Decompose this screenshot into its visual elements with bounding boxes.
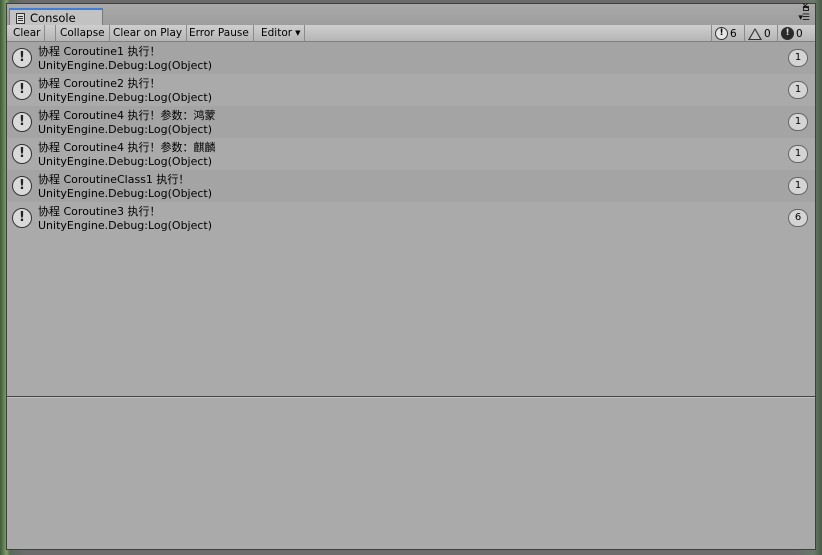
log-message: 协程 Coroutine3 执行！ [38,205,161,218]
info-exclamation-icon: ! [12,80,32,100]
info-count: 6 [730,27,737,40]
log-entry[interactable]: ! 协程 Coroutine2 执行！ UnityEngine.Debug:Lo… [7,74,815,106]
log-entry-text: 协程 Coroutine4 执行！参数：麒麟 UnityEngine.Debug… [38,141,216,168]
log-stack: UnityEngine.Debug:Log(Object) [38,122,213,136]
info-counter-toggle[interactable]: ! 6 [711,25,743,42]
menu-icon[interactable]: ▾☰ [798,14,810,23]
clear-button[interactable]: Clear [9,25,46,42]
chevron-down-icon: ▼ [295,29,301,37]
log-count-badge: 6 [788,209,808,227]
log-stack: UnityEngine.Debug:Log(Object) [38,58,213,72]
error-circle-icon: ! [781,27,794,40]
error-count: 0 [796,27,803,40]
log-stack: UnityEngine.Debug:Log(Object) [38,218,213,232]
log-list[interactable]: ! 协程 Coroutine1 执行！ UnityEngine.Debug:Lo… [7,42,815,397]
log-entry[interactable]: ! 协程 Coroutine4 执行！参数：鸿蒙 UnityEngine.Deb… [7,106,815,138]
log-message: 协程 Coroutine1 执行！ [38,45,161,58]
console-window: Console ✕ ▾☰ Clear Collapse Clear on Pla… [6,3,816,550]
log-entry-text: 协程 CoroutineClass1 执行！ UnityEngine.Debug… [38,173,212,200]
collapse-button[interactable]: Collapse [55,25,110,42]
info-exclamation-icon: ! [715,27,728,40]
log-count-badge: 1 [788,177,808,195]
console-toolbar: Clear Collapse Clear on Play Error Pause… [7,25,815,42]
log-entry[interactable]: ! 协程 CoroutineClass1 执行！ UnityEngine.Deb… [7,170,815,202]
editor-dropdown-label: Editor [261,27,293,39]
log-count-badge: 1 [788,145,808,163]
log-entry[interactable]: ! 协程 Coroutine4 执行！参数：麒麟 UnityEngine.Deb… [7,138,815,170]
log-entry-text: 协程 Coroutine3 执行！ UnityEngine.Debug:Log(… [38,205,212,232]
info-exclamation-icon: ! [12,176,32,196]
log-count-badge: 1 [788,113,808,131]
info-exclamation-icon: ! [12,112,32,132]
close-icon[interactable]: ✕ [801,3,809,12]
log-message: 协程 CoroutineClass1 执行！ [38,173,190,186]
title-bar: Console ✕ ▾☰ [7,3,815,26]
log-entry-text: 协程 Coroutine2 执行！ UnityEngine.Debug:Log(… [38,77,212,104]
log-entry-text: 协程 Coroutine4 执行！参数：鸿蒙 UnityEngine.Debug… [38,109,216,136]
log-stack: UnityEngine.Debug:Log(Object) [38,90,213,104]
warning-triangle-icon [748,27,762,40]
window-controls: ✕ ▾☰ [793,3,810,24]
info-exclamation-icon: ! [12,48,32,68]
error-counter-toggle[interactable]: ! 0 [777,25,811,42]
log-stack: UnityEngine.Debug:Log(Object) [38,186,213,200]
warning-counter-toggle[interactable]: 0 [744,25,776,42]
info-exclamation-icon: ! [12,144,32,164]
error-pause-button[interactable]: Error Pause [185,25,254,42]
log-message: 协程 Coroutine2 执行！ [38,77,161,90]
tab-console[interactable]: Console [9,8,103,26]
warning-count: 0 [764,27,771,40]
log-message: 协程 Coroutine4 执行！参数：麒麟 [38,141,216,154]
log-count-badge: 1 [788,81,808,99]
log-count-badge: 1 [788,49,808,67]
log-message: 协程 Coroutine4 执行！参数：鸿蒙 [38,109,216,122]
log-detail-pane[interactable] [7,398,815,549]
log-entry-text: 协程 Coroutine1 执行！ UnityEngine.Debug:Log(… [38,45,212,72]
clear-on-play-button[interactable]: Clear on Play [109,25,188,42]
console-tab-icon [16,12,25,24]
log-stack: UnityEngine.Debug:Log(Object) [38,154,213,168]
info-exclamation-icon: ! [12,208,32,228]
editor-dropdown[interactable]: Editor ▼ [257,25,306,42]
log-entry[interactable]: ! 协程 Coroutine3 执行！ UnityEngine.Debug:Lo… [7,202,815,234]
tab-console-label: Console [30,11,76,25]
log-entry[interactable]: ! 协程 Coroutine1 执行！ UnityEngine.Debug:Lo… [7,42,815,74]
